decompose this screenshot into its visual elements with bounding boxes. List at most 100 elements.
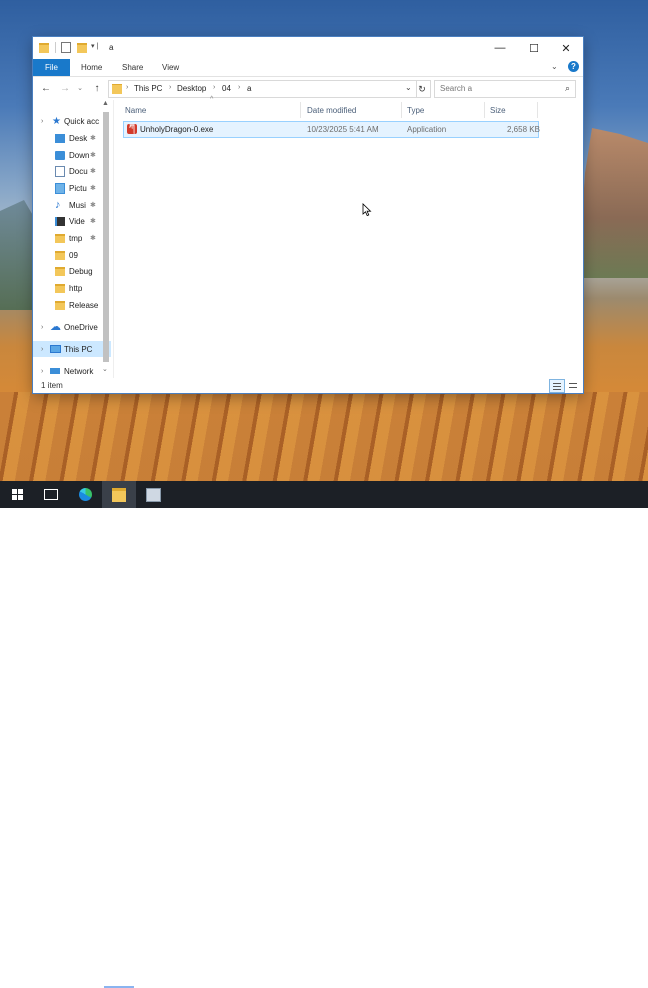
nav-item-videos[interactable]: Vide ✱: [33, 213, 111, 229]
column-header-type[interactable]: Type: [407, 102, 424, 118]
nav-item-label: Musi: [69, 200, 86, 210]
desktop-icon: [55, 133, 65, 143]
forward-arrow-icon[interactable]: →: [58, 81, 72, 95]
column-header-date-modified[interactable]: Date modified: [307, 102, 356, 118]
nav-item-onedrive[interactable]: › ☁ OneDrive: [33, 319, 111, 335]
item-count: 1 item: [41, 381, 63, 390]
column-header-size[interactable]: Size: [490, 102, 506, 118]
nav-item-release[interactable]: Release: [33, 297, 111, 313]
app-icon[interactable]: [136, 481, 170, 508]
music-icon: ♪: [55, 198, 61, 211]
column-divider[interactable]: [401, 102, 402, 118]
nav-item-label: Desk: [69, 133, 88, 143]
minimize-button[interactable]: —: [483, 37, 517, 59]
large-icons-view-icon[interactable]: [565, 379, 581, 393]
title-bar[interactable]: ▾ | a — ☐ ✕: [33, 37, 583, 59]
nav-item-quick-access[interactable]: › ★ Quick acc: [33, 113, 111, 129]
scrollbar-thumb[interactable]: [103, 112, 109, 362]
nav-item-label: http: [69, 283, 83, 293]
tab-file[interactable]: File: [33, 59, 70, 76]
expand-ribbon-icon[interactable]: ⌄: [551, 62, 558, 71]
breadcrumb-this-pc[interactable]: This PC: [134, 84, 162, 93]
expand-chevron-icon[interactable]: ›: [41, 324, 43, 331]
sort-indicator-icon: ^: [210, 96, 214, 103]
tab-view[interactable]: View: [162, 59, 179, 76]
nav-item-music[interactable]: ♪ Musi ✱: [33, 197, 111, 213]
maximize-button[interactable]: ☐: [517, 37, 551, 59]
windows-start-icon[interactable]: [0, 481, 34, 508]
nav-item-documents[interactable]: Docu ✱: [33, 163, 111, 179]
nav-item-label: Quick acc: [64, 116, 100, 126]
breadcrumb-desktop[interactable]: Desktop: [177, 84, 206, 93]
mouse-cursor-icon: [362, 203, 372, 217]
breadcrumb-separator[interactable]: ›: [169, 84, 171, 91]
search-icon[interactable]: ⌕: [565, 83, 570, 94]
nav-item-label: Release: [69, 300, 99, 310]
computer-icon: [50, 345, 61, 353]
column-divider[interactable]: [484, 102, 485, 118]
nav-item-debug[interactable]: Debug: [33, 263, 111, 279]
customize-toolbar-arrow-icon[interactable]: ▾ |: [91, 42, 98, 50]
tab-share[interactable]: Share: [122, 59, 143, 76]
search-placeholder: Search a: [440, 84, 473, 93]
task-view-icon[interactable]: [34, 481, 68, 508]
nav-item-desktop[interactable]: Desk ✱: [33, 130, 111, 146]
breadcrumb-separator[interactable]: ›: [213, 84, 215, 91]
help-icon[interactable]: ?: [568, 61, 579, 72]
scroll-down-arrow-icon[interactable]: ⌄: [102, 365, 108, 373]
address-bar[interactable]: › This PC › Desktop › 04 › a ⌄: [108, 80, 417, 98]
column-divider[interactable]: [537, 102, 538, 118]
nav-item-label: 09: [69, 250, 78, 260]
nav-item-09[interactable]: 09: [33, 247, 111, 263]
file-row[interactable]: ཀ UnholyDragon-0.exe 10/23/2025 5:41 AM …: [123, 121, 540, 138]
pin-icon: ✱: [90, 218, 96, 225]
taskbar: [0, 481, 648, 988]
breadcrumb-separator[interactable]: ›: [238, 84, 240, 91]
nav-item-label: Pictu: [69, 183, 87, 193]
nav-item-downloads[interactable]: Down ✱: [33, 147, 111, 163]
new-folder-icon[interactable]: [77, 43, 87, 53]
pin-icon: ✱: [90, 185, 96, 192]
navigation-pane-scrollbar[interactable]: ▲ ⌄: [101, 100, 111, 378]
video-icon: [55, 216, 65, 226]
nav-item-tmp[interactable]: tmp ✱: [33, 230, 111, 246]
nav-item-label: Network: [64, 366, 94, 376]
up-arrow-icon[interactable]: ↑: [90, 81, 104, 95]
breadcrumb-04[interactable]: 04: [222, 84, 231, 93]
breadcrumb-separator[interactable]: ›: [126, 84, 128, 91]
file-explorer-window: ▾ | a — ☐ ✕ File Home Share View ⌄ ? ← →…: [33, 37, 583, 393]
column-divider[interactable]: [300, 102, 301, 118]
back-arrow-icon[interactable]: ←: [39, 81, 53, 95]
file-name: UnholyDragon-0.exe: [140, 125, 214, 134]
file-size: 2,658 KB: [507, 125, 540, 134]
nav-item-pictures[interactable]: Pictu ✱: [33, 180, 111, 196]
nav-item-http[interactable]: http: [33, 280, 111, 296]
navigation-pane: › ★ Quick acc Desk ✱ Down ✱ Docu ✱ Pictu…: [33, 100, 111, 377]
refresh-icon[interactable]: ↻: [414, 80, 431, 98]
nav-item-label: Docu: [69, 166, 88, 176]
nav-item-this-pc[interactable]: › This PC: [33, 341, 111, 357]
status-bar: 1 item: [33, 378, 583, 393]
folder-icon: [55, 250, 65, 260]
details-view-icon[interactable]: [549, 379, 565, 393]
expand-chevron-icon[interactable]: ›: [41, 346, 43, 353]
tab-home[interactable]: Home: [81, 59, 102, 76]
file-explorer-icon[interactable]: [102, 481, 136, 508]
search-input[interactable]: Search a ⌕: [434, 80, 576, 98]
address-dropdown-icon[interactable]: ⌄: [405, 83, 412, 92]
vineyard-field: [0, 392, 648, 481]
folder-icon: [55, 266, 65, 276]
file-list: ^ Name Date modified Type Size ཀ UnholyD…: [117, 96, 577, 378]
expand-chevron-icon[interactable]: ›: [41, 118, 43, 125]
properties-icon[interactable]: [61, 42, 71, 53]
recent-locations-chevron-icon[interactable]: ⌄: [73, 81, 87, 95]
scroll-up-arrow-icon[interactable]: ▲: [102, 100, 109, 107]
nav-item-network[interactable]: › Network: [33, 363, 111, 377]
column-header-name[interactable]: Name: [125, 102, 146, 118]
pane-divider[interactable]: [113, 100, 114, 378]
folder-icon: [55, 233, 65, 243]
close-button[interactable]: ✕: [549, 37, 583, 59]
edge-icon[interactable]: [68, 481, 102, 508]
breadcrumb-a[interactable]: a: [247, 84, 251, 93]
expand-chevron-icon[interactable]: ›: [41, 368, 43, 375]
